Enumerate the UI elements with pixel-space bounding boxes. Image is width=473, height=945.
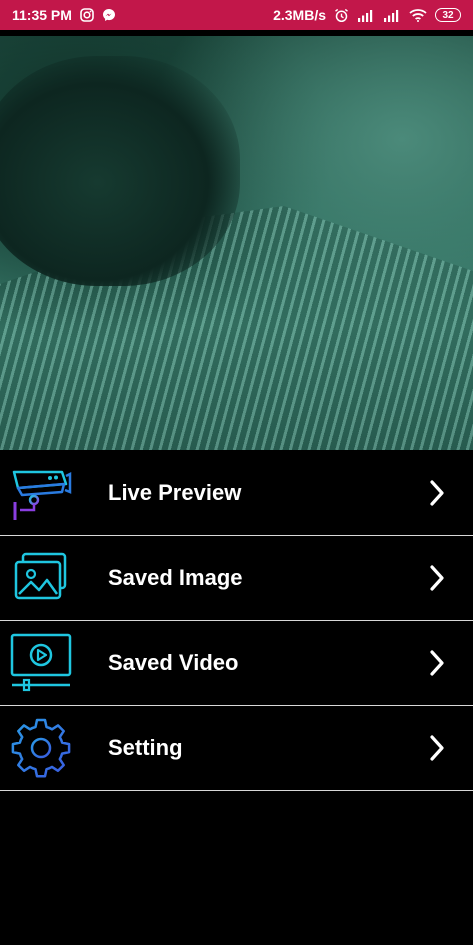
preview-face-shadow xyxy=(0,56,240,286)
status-time: 11:35 PM xyxy=(12,7,72,23)
chevron-right-icon xyxy=(429,479,445,507)
status-right: 2.3MB/s 32 xyxy=(273,7,461,23)
cctv-camera-icon xyxy=(9,461,73,525)
network-speed: 2.3MB/s xyxy=(273,7,326,23)
menu-item-setting[interactable]: Setting xyxy=(0,706,473,791)
gear-icon xyxy=(9,716,73,780)
menu-item-label: Setting xyxy=(108,735,183,760)
battery-level: 32 xyxy=(442,9,454,21)
battery-icon: 32 xyxy=(435,8,461,22)
alarm-icon xyxy=(334,8,349,23)
menu-list: Live Preview Saved Image Saved Video Set… xyxy=(0,450,473,791)
chevron-right-icon xyxy=(429,734,445,762)
menu-item-label: Live Preview xyxy=(108,479,242,505)
camera-preview[interactable] xyxy=(0,36,473,450)
menu-item-label: Saved Image xyxy=(108,565,243,590)
messenger-icon xyxy=(102,8,116,22)
wifi-icon xyxy=(409,8,427,22)
image-gallery-icon xyxy=(9,546,73,610)
instagram-icon xyxy=(80,8,94,22)
chevron-right-icon xyxy=(429,649,445,677)
menu-item-live-preview[interactable]: Live Preview xyxy=(0,450,473,536)
signal-icon xyxy=(383,9,401,22)
menu-item-label: Saved Video xyxy=(108,650,239,675)
menu-item-saved-video[interactable]: Saved Video xyxy=(0,621,473,706)
status-left: 11:35 PM xyxy=(12,7,116,23)
menu-item-saved-image[interactable]: Saved Image xyxy=(0,536,473,621)
chevron-right-icon xyxy=(429,564,445,592)
signal-icon xyxy=(357,9,375,22)
video-player-icon xyxy=(9,631,73,695)
status-bar: 11:35 PM 2.3MB/s 32 xyxy=(0,0,473,30)
